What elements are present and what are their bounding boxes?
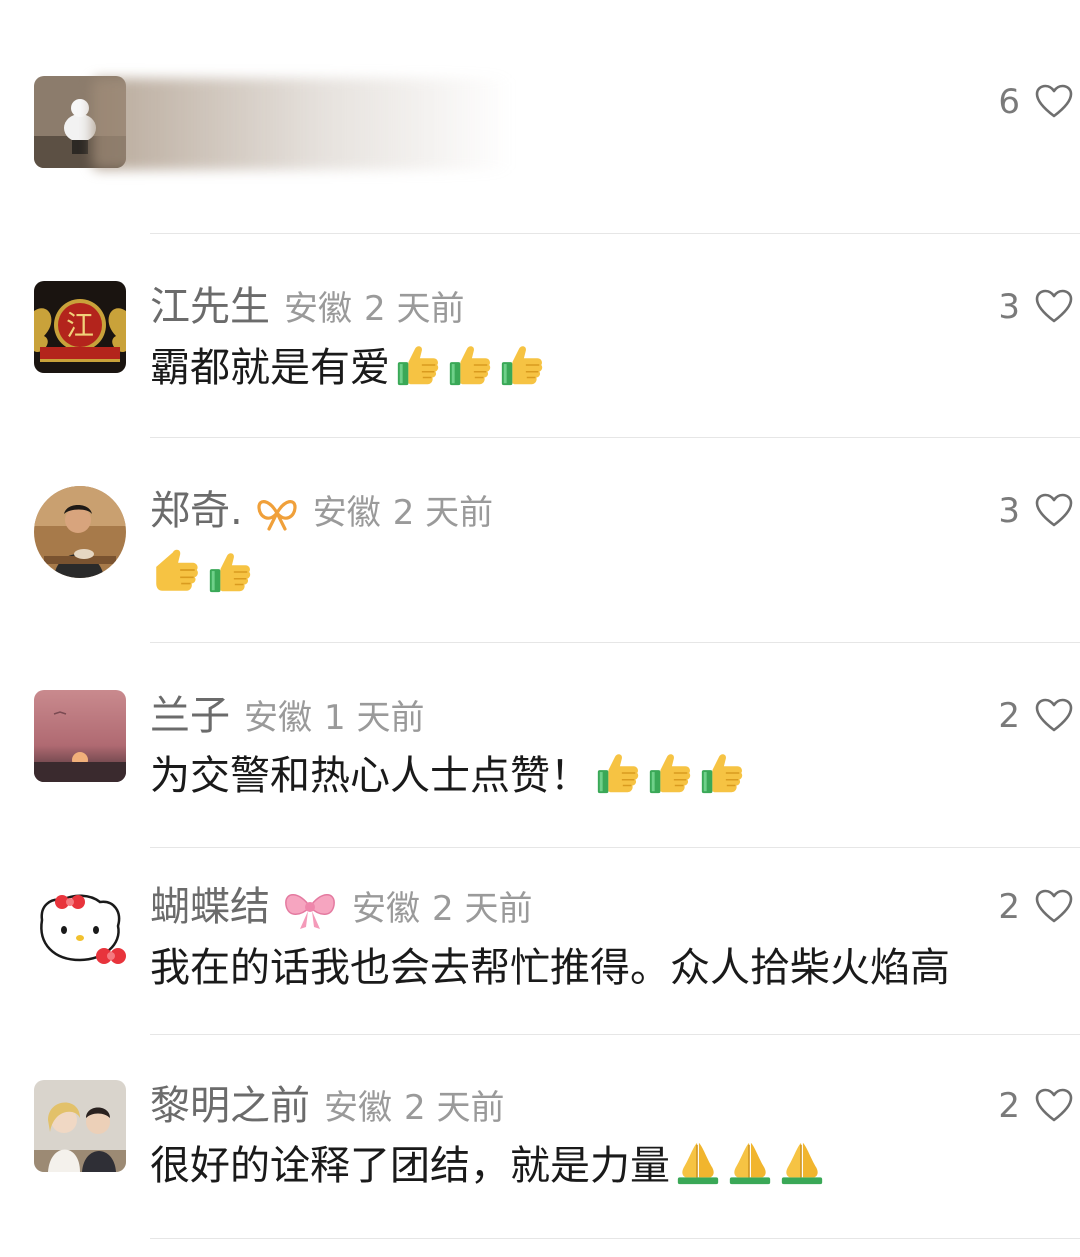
avatar-red-seal[interactable]: 江 <box>34 281 126 373</box>
like-count: 3 <box>998 491 1020 531</box>
folded-hands-icon <box>674 1139 722 1187</box>
like-button[interactable]: 2 <box>998 1081 1074 1131</box>
like-count: 6 <box>998 82 1020 122</box>
comment-text-content: 霸都就是有爱 <box>150 345 390 391</box>
username[interactable]: 兰子 <box>150 693 230 739</box>
thumbs-up-icon <box>498 341 546 389</box>
username[interactable]: 蝴蝶结 <box>150 884 270 930</box>
location: 安徽 <box>244 698 312 738</box>
timestamp: 2 天前 <box>364 289 465 329</box>
location: 安徽 <box>284 289 352 329</box>
location: 安徽 <box>324 1088 392 1128</box>
comment-text-content: 我在的话我也会去帮忙推得。众人拾柴火焰高 <box>150 945 950 991</box>
location: 安徽 <box>352 889 420 929</box>
blurred-content <box>92 78 512 170</box>
comment-header: 郑奇. 安徽 2 天前 <box>150 486 493 536</box>
divider <box>150 437 1080 438</box>
timestamp: 2 天前 <box>404 1088 505 1128</box>
comment-text-content: 很好的诠释了团结，就是力量 <box>150 1143 670 1189</box>
divider <box>150 1034 1080 1035</box>
avatar-couple-photo[interactable] <box>34 1080 126 1172</box>
like-count: 2 <box>998 1086 1020 1126</box>
timestamp: 2 天前 <box>432 889 533 929</box>
divider <box>150 847 1080 848</box>
comment-text: 很好的诠释了团结，就是力量 <box>150 1138 826 1194</box>
timestamp: 1 天前 <box>324 698 425 738</box>
comment-header: 江先生 安徽 2 天前 <box>150 282 464 332</box>
thumbs-up-icon <box>594 749 642 797</box>
comment-text-content: 为交警和热心人士点赞！ <box>150 753 590 799</box>
heart-icon[interactable] <box>1034 696 1074 736</box>
like-button[interactable]: 6 <box>998 77 1074 127</box>
comment-header: 蝴蝶结 安徽 2 天前 <box>150 882 532 932</box>
like-button[interactable]: 2 <box>998 691 1074 741</box>
heart-icon[interactable] <box>1034 887 1074 927</box>
heart-icon[interactable] <box>1034 82 1074 122</box>
divider <box>150 642 1080 643</box>
heart-icon[interactable] <box>1034 1086 1074 1126</box>
thumbs-up-icon <box>206 548 254 596</box>
comment-text: 为交警和热心人士点赞！ <box>150 748 746 804</box>
comment-text: 我在的话我也会去帮忙推得。众人拾柴火焰高 <box>150 940 950 996</box>
thumbs-up-icon <box>394 341 442 389</box>
thumbs-up-icon <box>646 749 694 797</box>
avatar-man-photo[interactable] <box>34 486 126 578</box>
username[interactable]: 郑奇. <box>150 488 243 534</box>
location: 安徽 <box>312 493 381 533</box>
like-button[interactable]: 2 <box>998 882 1074 932</box>
comment-text <box>150 544 254 600</box>
heart-icon[interactable] <box>1034 287 1074 327</box>
comment-text: 霸都就是有爱 <box>150 340 546 396</box>
svg-text:江: 江 <box>66 309 94 342</box>
ribbon-badge-icon <box>257 500 297 531</box>
divider <box>150 1238 1080 1239</box>
avatar-sunset-photo[interactable] <box>34 690 126 782</box>
like-count: 3 <box>998 287 1020 327</box>
comment-header: 黎明之前 安徽 2 天前 <box>150 1081 504 1131</box>
thumbs-up-icon <box>150 544 202 596</box>
folded-hands-icon <box>778 1139 826 1187</box>
folded-hands-icon <box>726 1139 774 1187</box>
timestamp: 2 天前 <box>392 493 494 533</box>
like-count: 2 <box>998 887 1020 927</box>
heart-icon[interactable] <box>1034 491 1074 531</box>
like-button[interactable]: 3 <box>998 486 1074 536</box>
thumbs-up-icon <box>698 749 746 797</box>
like-count: 2 <box>998 696 1020 736</box>
username[interactable]: 江先生 <box>150 284 270 330</box>
avatar-hello-kitty[interactable] <box>34 880 126 972</box>
comment-header: 兰子 安徽 1 天前 <box>150 691 424 741</box>
divider <box>150 233 1080 234</box>
pink-bow-icon <box>285 894 335 929</box>
like-button[interactable]: 3 <box>998 282 1074 332</box>
thumbs-up-icon <box>446 341 494 389</box>
username[interactable]: 黎明之前 <box>150 1083 310 1129</box>
